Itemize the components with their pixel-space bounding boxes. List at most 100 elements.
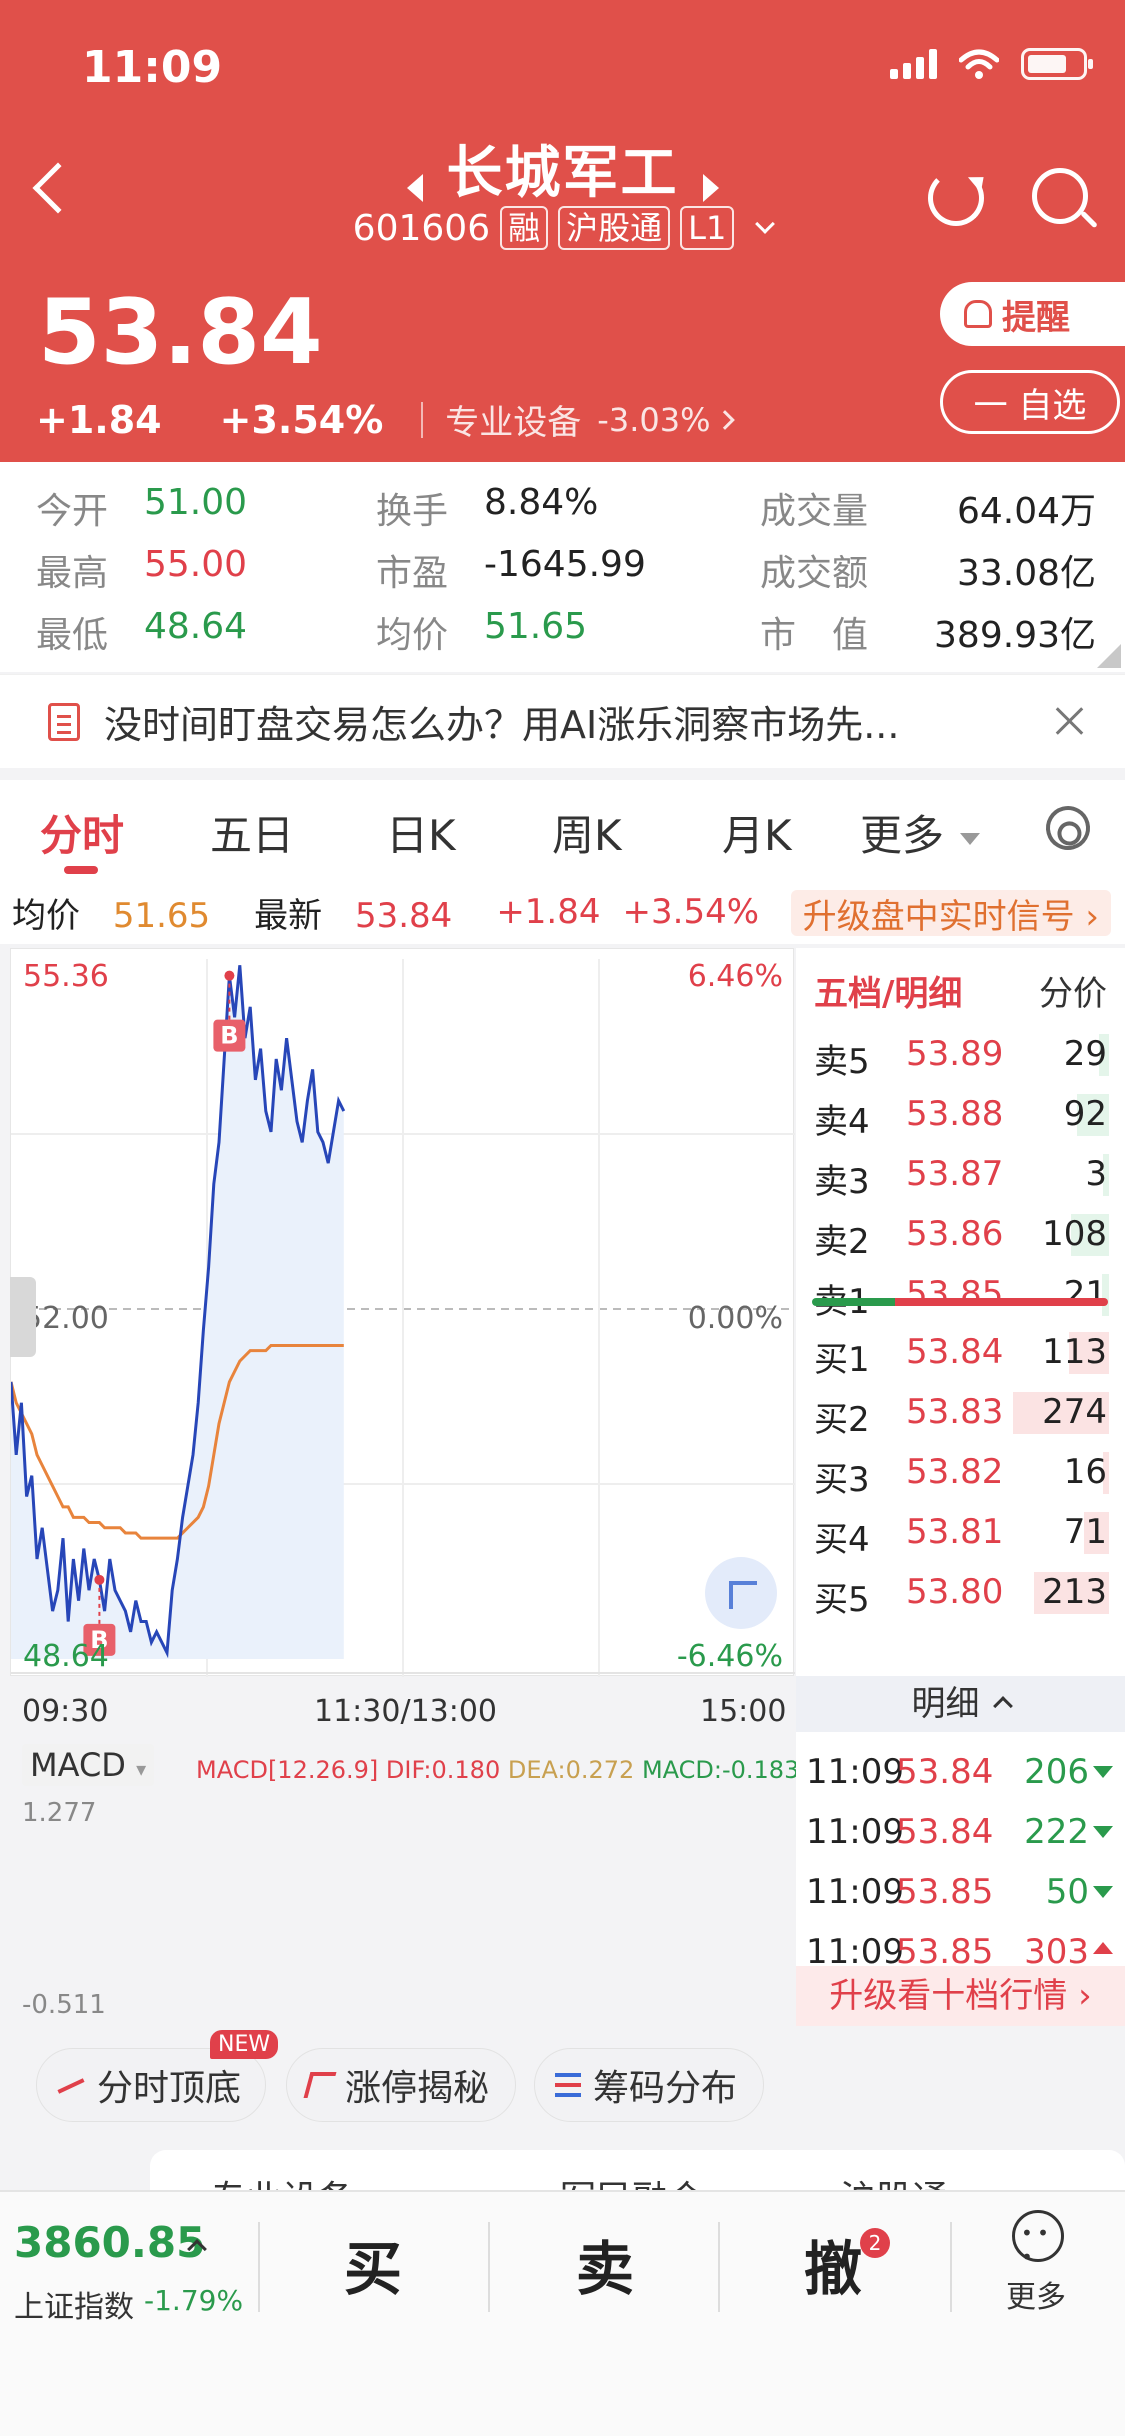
order-book[interactable]: 五档/明细 分价 卖5 53.89 29 卖4 53.88 92 卖3 53.87 3 卖2 53.…: [796, 948, 1125, 1676]
stat-open: 今开 51.00: [36, 482, 248, 532]
ask-label: 卖2: [814, 1222, 870, 1262]
index-value[interactable]: 3860.85: [14, 2218, 205, 2267]
stat-volume: 成交量 64.04万: [760, 491, 1096, 532]
ask-label: 卖4: [814, 1102, 870, 1142]
bid-price: 53.84: [906, 1332, 1004, 1372]
tab-daily-k[interactable]: 日K: [386, 802, 456, 863]
info-change-pct: +3.54%: [622, 892, 760, 932]
trend-icon: [57, 2074, 85, 2096]
arrow-up-icon: [1093, 1942, 1113, 1954]
bid-row[interactable]: 买5 53.80 213: [796, 1562, 1125, 1622]
promo-banner[interactable]: 没时间盯盘交易怎么办？用AI涨乐洞察市场先...: [0, 674, 1125, 768]
ask-price: 53.89: [906, 1034, 1004, 1074]
more-label[interactable]: 更多: [1006, 2272, 1066, 2316]
trade-volume: 206: [1024, 1752, 1089, 1792]
intraday-chart[interactable]: BB 55.36 6.46% 52.00 0.00% 48.64 -6.46%: [10, 948, 795, 1677]
next-stock-icon[interactable]: [702, 173, 719, 202]
book-mode[interactable]: 分价: [1039, 966, 1107, 1015]
tab-indicator: [64, 866, 98, 874]
close-icon[interactable]: [1054, 705, 1086, 737]
buy-signal-label: B: [220, 1022, 238, 1050]
tab-more[interactable]: 更多: [860, 802, 981, 863]
chip-chip-distribution[interactable]: 筹码分布: [534, 2048, 764, 2122]
trade-time: 11:09: [806, 1872, 904, 1912]
bid-volume: 113: [1042, 1332, 1107, 1372]
buy-button[interactable]: 买: [344, 2222, 402, 2306]
bid-row[interactable]: 买1 53.84 113: [796, 1322, 1125, 1382]
side-drawer-handle[interactable]: [10, 1277, 36, 1357]
trade-detail[interactable]: 明细 11:09 53.84 206 11:09 53.84 222 11:09 53.85 5…: [796, 1676, 1125, 1972]
sector-link[interactable]: 专业设备: [445, 395, 581, 444]
tab-intraday[interactable]: 分时: [40, 802, 124, 863]
bid-price: 53.81: [906, 1512, 1004, 1552]
bid-label: 买3: [814, 1460, 870, 1500]
expand-corner-icon[interactable]: [1097, 644, 1121, 668]
trade-price: 53.85: [896, 1872, 994, 1912]
book-title[interactable]: 五档/明细: [814, 966, 962, 1015]
bid-row[interactable]: 买4 53.81 71: [796, 1502, 1125, 1562]
bid-volume: 71: [1063, 1512, 1107, 1552]
price-change-row: +1.84 +3.54% 专业设备 -3.03%: [36, 395, 736, 444]
ask-row[interactable]: 卖2 53.86 108: [796, 1204, 1125, 1264]
trade-price: 53.84: [896, 1752, 994, 1792]
trade-volume: 50: [1045, 1872, 1089, 1912]
macd-top-label: 1.277: [22, 1798, 97, 1828]
ask-row[interactable]: 卖5 53.89 29: [796, 1024, 1125, 1084]
stat-amount: 成交额 33.08亿: [760, 553, 1096, 594]
remind-button[interactable]: 提醒: [940, 282, 1125, 346]
chevron-down-icon[interactable]: [755, 214, 776, 234]
chip-intraday-top-bottom[interactable]: 分时顶底: [36, 2048, 266, 2122]
bottom-trade-bar: 3860.85 上证指数 -1.79% 买 卖 撤 2 更多: [0, 2190, 1125, 2436]
tag-level[interactable]: L1: [680, 206, 735, 250]
tab-weekly-k[interactable]: 周K: [552, 802, 622, 863]
ask-row[interactable]: 卖1 53.85 21: [796, 1264, 1125, 1324]
buy-sell-ratio-bar: [812, 1298, 1108, 1306]
document-icon: [48, 702, 80, 741]
upgrade-ten-level-button[interactable]: 升级看十档行情 ›: [796, 1966, 1125, 2026]
stock-header: 11:09 长城军工 601606 融 沪股通 L1 53.84 +1.84 +…: [0, 0, 1125, 462]
macd-selector[interactable]: MACD ▾: [22, 1744, 155, 1786]
ask-volume: 21: [1063, 1274, 1107, 1314]
search-icon[interactable]: [1032, 168, 1088, 224]
divider: [950, 2222, 952, 2312]
bid-row[interactable]: 买2 53.83 274: [796, 1382, 1125, 1442]
chevron-right-icon[interactable]: [715, 409, 736, 430]
ask-volume: 3: [1085, 1154, 1107, 1194]
sell-button[interactable]: 卖: [576, 2222, 634, 2306]
intraday-info-row: 均价 51.65 最新 53.84 +1.84 +3.54% 升级盘中实时信号 …: [0, 880, 1125, 944]
related-sectors-peek[interactable]: 专业设备 军民融合 沪股通: [150, 2150, 1125, 2190]
ask-price: 53.88: [906, 1094, 1004, 1134]
ask-row[interactable]: 卖3 53.87 3: [796, 1144, 1125, 1204]
ask-label: 卖3: [814, 1162, 870, 1202]
divider: [258, 2222, 260, 2312]
bid-volume: 213: [1042, 1572, 1107, 1612]
chart-tabs: 分时 五日 日K 周K 月K 更多: [0, 780, 1125, 880]
arrow-down-icon: [1093, 1886, 1113, 1898]
bid-row[interactable]: 买3 53.82 16: [796, 1442, 1125, 1502]
bid-volume: 16: [1063, 1452, 1107, 1492]
fullscreen-icon[interactable]: [705, 1557, 777, 1629]
prev-stock-icon[interactable]: [406, 173, 423, 202]
stock-name: 长城军工: [446, 141, 679, 206]
ask-price: 53.87: [906, 1154, 1004, 1194]
quote-stats[interactable]: 今开 51.00 最高 55.00 最低 48.64 换手 8.84% 市盈 -1645.…: [0, 462, 1125, 672]
refresh-icon[interactable]: [928, 170, 984, 226]
more-icon[interactable]: [1012, 2210, 1064, 2269]
add-watchlist-button[interactable]: 一 自选: [940, 370, 1120, 434]
chip-limit-up[interactable]: 涨停揭秘: [286, 2048, 516, 2122]
detail-header[interactable]: 明细: [796, 1676, 1125, 1732]
ask-row[interactable]: 卖4 53.88 92: [796, 1084, 1125, 1144]
upgrade-signal-button[interactable]: 升级盘中实时信号 ›: [790, 890, 1111, 937]
y-top-label: 55.36: [23, 959, 109, 994]
new-badge: NEW: [210, 2030, 279, 2059]
stock-code: 601606: [352, 207, 491, 249]
tab-monthly-k[interactable]: 月K: [722, 802, 792, 863]
pct-bottom-label: -6.46%: [676, 1639, 783, 1674]
ask-price: 53.86: [906, 1214, 1004, 1254]
signal-icon: [890, 49, 937, 79]
stat-low: 最低 48.64: [36, 606, 248, 656]
stat-mktcap: 市 值 389.93亿: [760, 615, 1096, 656]
pct-mid-label: 0.00%: [687, 1301, 783, 1336]
tab-five-day[interactable]: 五日: [210, 802, 294, 863]
cancel-order-button[interactable]: 撤: [804, 2222, 862, 2306]
